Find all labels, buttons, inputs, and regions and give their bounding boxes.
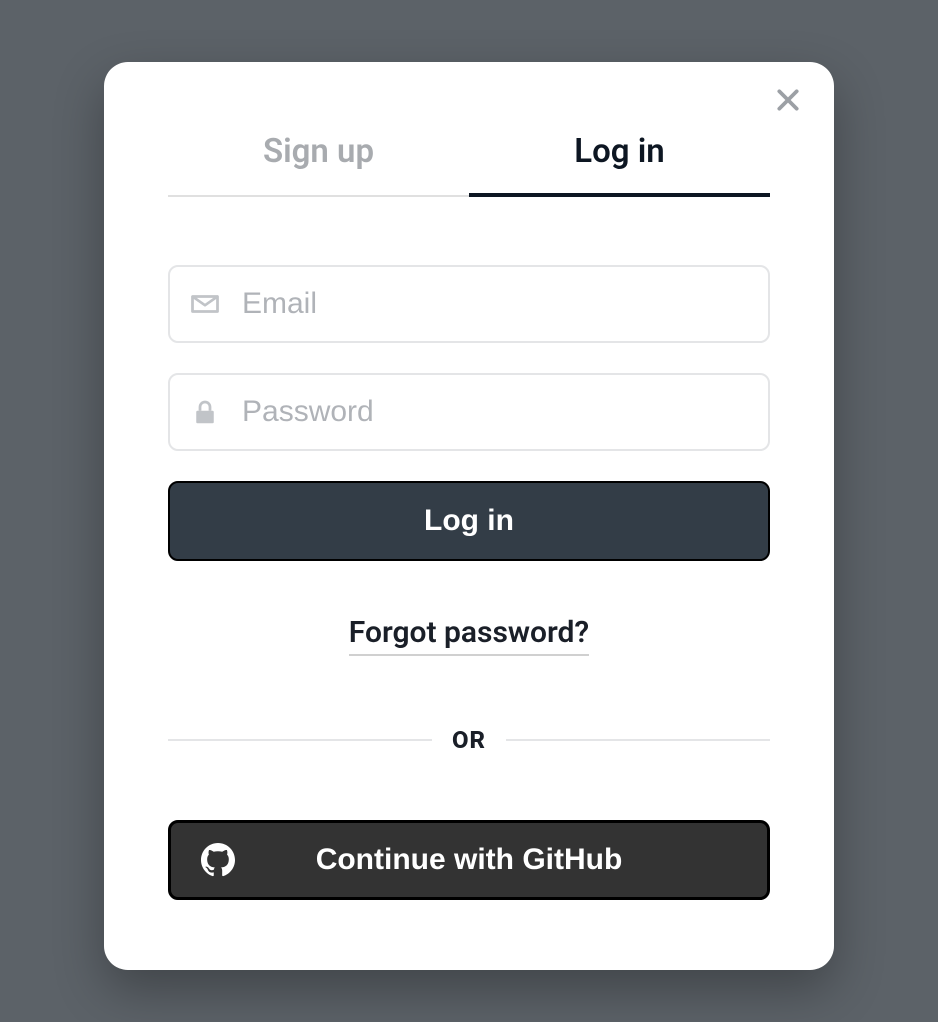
close-button[interactable]	[774, 88, 802, 116]
login-button-label: Log in	[424, 504, 514, 537]
email-field[interactable]	[168, 265, 770, 343]
continue-with-github-button[interactable]: Continue with GitHub	[168, 820, 770, 900]
email-input-wrapper	[168, 265, 770, 343]
divider: OR	[168, 726, 770, 754]
divider-text: OR	[452, 726, 486, 754]
email-icon	[190, 289, 220, 319]
login-button[interactable]: Log in	[168, 481, 770, 561]
tab-signup[interactable]: Sign up	[168, 132, 469, 197]
forgot-password-wrapper: Forgot password?	[168, 615, 770, 656]
tab-login-label: Log in	[574, 132, 665, 171]
divider-line-right	[506, 739, 770, 741]
tab-signup-label: Sign up	[263, 132, 374, 171]
lock-icon	[190, 397, 220, 427]
auth-tabs: Sign up Log in	[168, 132, 770, 197]
password-input-wrapper	[168, 373, 770, 451]
login-form: Log in Forgot password? OR Continue with…	[168, 265, 770, 900]
divider-line-left	[168, 739, 432, 741]
login-modal: Sign up Log in	[104, 62, 834, 970]
close-icon	[775, 87, 801, 117]
password-field[interactable]	[168, 373, 770, 451]
tab-login[interactable]: Log in	[469, 132, 770, 197]
forgot-password-link[interactable]: Forgot password?	[349, 615, 589, 656]
github-icon	[201, 843, 235, 877]
github-button-label: Continue with GitHub	[316, 843, 623, 877]
